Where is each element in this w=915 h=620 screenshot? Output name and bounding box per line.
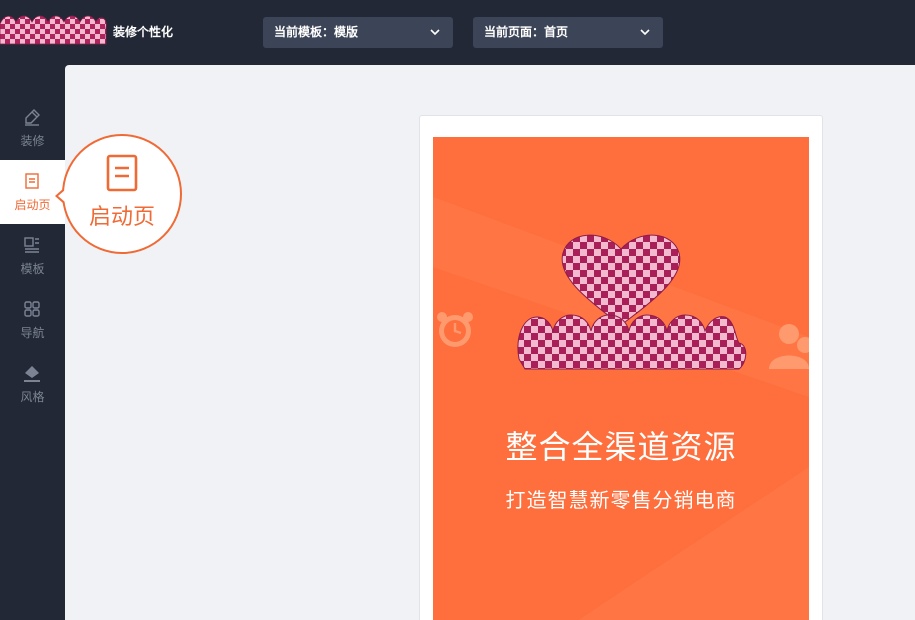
callout-label: 启动页: [88, 205, 155, 230]
paint-bucket-icon: [24, 366, 40, 382]
sidebar: 装修 启动页 模板 导航 风格: [0, 65, 65, 620]
logo-icon: [0, 15, 107, 45]
template-dropdown-label: 当前模板：模版: [274, 25, 359, 39]
alarm-clock-icon: [437, 312, 473, 347]
sidebar-item-label: 导航: [20, 326, 45, 340]
splash-subline: 打造智慧新零售分销电商: [505, 488, 737, 512]
app-title: 装修个性化: [113, 25, 174, 39]
chevron-down-icon: [640, 29, 650, 36]
chevron-down-icon: [430, 29, 440, 36]
splash-screen-preview[interactable]: 整合全渠道资源 打造智慧新零售分销电商: [433, 137, 809, 620]
splash-background: [433, 197, 809, 620]
sidebar-item-template[interactable]: 模板: [0, 224, 65, 288]
brush-icon: [25, 109, 40, 126]
splash-headline: 整合全渠道资源: [505, 428, 737, 466]
phone-preview: 整合全渠道资源 打造智慧新零售分销电商: [419, 115, 823, 620]
sidebar-item-label: 装修: [20, 134, 45, 148]
sidebar-item-navigation[interactable]: 导航: [0, 288, 65, 352]
document-icon: [25, 173, 39, 189]
page-dropdown-label: 当前页面：首页: [484, 25, 569, 39]
sidebar-item-label: 模板: [20, 262, 45, 276]
document-icon: [106, 154, 138, 192]
grid-icon: [24, 301, 40, 317]
sidebar-item-label: 风格: [20, 390, 45, 404]
main-canvas: 整合全渠道资源 打造智慧新零售分销电商: [65, 65, 915, 620]
sidebar-item-decorate[interactable]: 装修: [0, 96, 65, 160]
sidebar-item-style[interactable]: 风格: [0, 352, 65, 416]
layout-template-icon: [24, 237, 39, 253]
hearts-row-icon: [517, 314, 747, 370]
top-bar: 装修个性化 当前模板：模版 当前页面：首页: [0, 0, 915, 65]
page-dropdown[interactable]: 当前页面：首页: [473, 17, 663, 48]
template-dropdown[interactable]: 当前模板：模版: [263, 17, 453, 48]
splash-callout: 启动页: [55, 134, 182, 254]
